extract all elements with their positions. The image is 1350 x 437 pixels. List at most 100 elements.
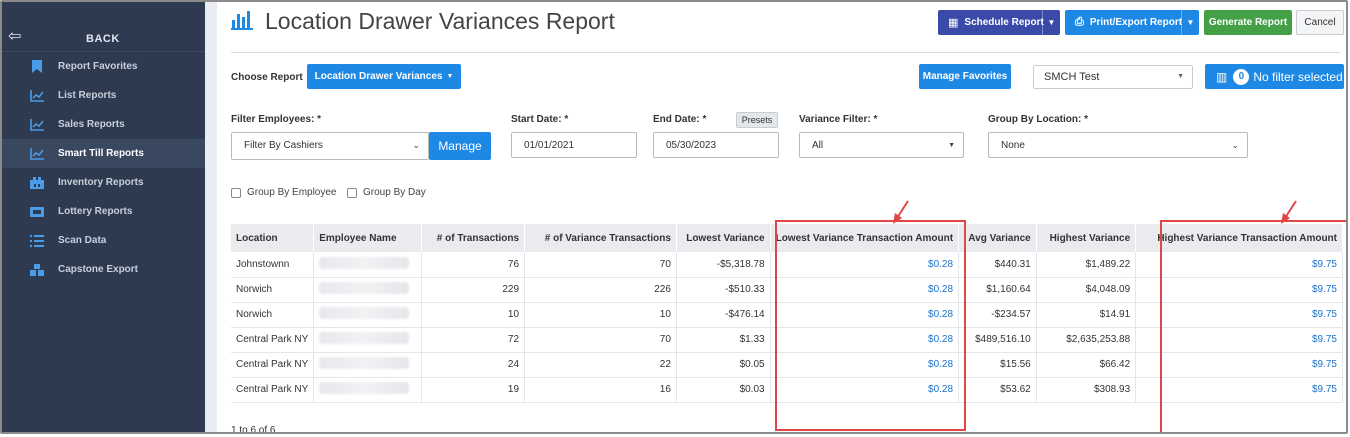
- chevron-down-icon: ⌄: [1231, 140, 1239, 150]
- table-cell: $1.33: [676, 327, 771, 353]
- table-cell: $14.91: [1036, 302, 1137, 328]
- redacted-name: [319, 357, 410, 369]
- filter-employees-select[interactable]: Filter By Cashiers ⌄: [231, 132, 429, 160]
- back-arrow-icon: ⇦: [8, 28, 22, 45]
- choose-report-dropdown[interactable]: Location Drawer Variances ▼: [307, 64, 461, 89]
- sidebar-item-lottery-reports[interactable]: Lottery Reports: [2, 197, 205, 226]
- schedule-dropdown-toggle[interactable]: ▼: [1042, 10, 1060, 35]
- table-cell: $0.05: [676, 352, 771, 378]
- variance-filter-select[interactable]: All ▼: [799, 132, 964, 158]
- store-select[interactable]: SMCH Test ▼: [1033, 65, 1193, 89]
- manage-employees-button[interactable]: Manage: [429, 132, 491, 160]
- checkbox-box[interactable]: [347, 187, 357, 198]
- bar-chart-icon: [231, 10, 255, 33]
- chevron-down-icon: ⌄: [412, 140, 420, 150]
- variance-filter-label: Variance Filter: *: [799, 114, 878, 125]
- building-icon: ▥: [1216, 69, 1228, 84]
- table-cell: $440.31: [958, 252, 1037, 278]
- end-date-input[interactable]: 05/30/2023: [653, 132, 779, 158]
- sidebar-item-label: Scan Data: [58, 235, 107, 246]
- table-cell: 70: [524, 252, 677, 278]
- table-cell: $489,516.10: [958, 327, 1037, 353]
- table-cell: $53.62: [958, 377, 1037, 403]
- filter-employees-label: Filter Employees: *: [231, 114, 322, 125]
- group-by-location-value: None: [1001, 140, 1025, 151]
- app-window: ⇦ BACK Report Favorites List Reports Sales…: [0, 0, 1348, 434]
- filter-count-badge: 0: [1233, 68, 1250, 85]
- table-cell: Norwich: [231, 277, 315, 303]
- checkbox-box[interactable]: [231, 187, 241, 198]
- table-cell: 10: [421, 302, 526, 328]
- back-button[interactable]: ⇦ BACK: [2, 2, 205, 52]
- generate-report-button[interactable]: Generate Report: [1204, 10, 1292, 35]
- redacted-name: [319, 332, 410, 344]
- column-header[interactable]: Lowest Variance: [676, 224, 771, 252]
- start-date-input[interactable]: 01/01/2021: [511, 132, 637, 158]
- pagination-count: 1 to 6 of 6: [231, 425, 276, 434]
- sidebar-item-inventory-reports[interactable]: Inventory Reports: [2, 168, 205, 197]
- sidebar-item-label: Sales Reports: [58, 119, 125, 130]
- table-cell: 76: [421, 252, 526, 278]
- column-header[interactable]: Location: [231, 224, 315, 252]
- choose-report-value: Location Drawer Variances: [314, 71, 443, 82]
- print-export-label: Print/Export Report: [1089, 17, 1183, 28]
- table-cell: $15.56: [958, 352, 1037, 378]
- employee-name-cell: [313, 302, 422, 328]
- end-date-label: End Date: *: [653, 114, 707, 125]
- sidebar-item-sales-reports[interactable]: Sales Reports: [2, 110, 205, 139]
- sidebar-item-smart-till-reports[interactable]: Smart Till Reports: [2, 139, 205, 168]
- table-cell: $66.42: [1036, 352, 1137, 378]
- red-arrow-icon: [1281, 200, 1297, 224]
- group-by-employee-label: Group By Employee: [247, 187, 337, 198]
- caret-down-icon: ▼: [446, 73, 454, 80]
- employee-name-cell: [313, 327, 422, 353]
- table-cell: Central Park NY: [231, 352, 315, 378]
- group-by-employee-checkbox[interactable]: Group By Employee: [231, 187, 337, 198]
- column-header[interactable]: Employee Name: [313, 224, 422, 252]
- table-cell: -$5,318.78: [676, 252, 771, 278]
- cubes-icon: [30, 263, 44, 276]
- sidebar-item-label: Capstone Export: [58, 264, 139, 275]
- group-by-day-label: Group By Day: [363, 187, 426, 198]
- table-cell: Central Park NY: [231, 327, 315, 353]
- sidebar-item-capstone-export[interactable]: Capstone Export: [2, 255, 205, 284]
- group-by-day-checkbox[interactable]: Group By Day: [347, 187, 426, 198]
- manage-favorites-button[interactable]: Manage Favorites: [919, 64, 1011, 89]
- table-cell: 70: [524, 327, 677, 353]
- table-cell: $308.93: [1036, 377, 1137, 403]
- presets-button[interactable]: Presets: [736, 112, 778, 128]
- table-cell: $0.03: [676, 377, 771, 403]
- bookmark-icon: [30, 60, 44, 73]
- sidebar-item-report-favorites[interactable]: Report Favorites: [2, 52, 205, 81]
- column-header[interactable]: # of Variance Transactions: [524, 224, 677, 252]
- column-header[interactable]: # of Transactions: [421, 224, 526, 252]
- highlight-box-highest-amount: [1160, 220, 1346, 432]
- cancel-button[interactable]: Cancel: [1296, 10, 1344, 35]
- calendar-icon: ▦: [948, 17, 959, 29]
- table-cell: Norwich: [231, 302, 315, 328]
- table-cell: $4,048.09: [1036, 277, 1137, 303]
- table-cell: $1,160.64: [958, 277, 1037, 303]
- redacted-name: [319, 307, 410, 319]
- sidebar-item-list-reports[interactable]: List Reports: [2, 81, 205, 110]
- table-cell: -$476.14: [676, 302, 771, 328]
- choose-report-label: Choose Report: [231, 72, 303, 83]
- filter-employees-value: Filter By Cashiers: [244, 140, 323, 151]
- table-cell: Johnstownn: [231, 252, 315, 278]
- sidebar-item-label: List Reports: [58, 90, 117, 101]
- group-by-location-select[interactable]: None ⌄: [988, 132, 1248, 158]
- column-header[interactable]: Highest Variance: [1036, 224, 1137, 252]
- column-header[interactable]: Avg Variance: [958, 224, 1037, 252]
- table-cell: 22: [524, 352, 677, 378]
- start-date-label: Start Date: *: [511, 114, 569, 125]
- store-select-value: SMCH Test: [1044, 71, 1100, 83]
- location-filter-button[interactable]: ▥ 0 No filter selected: [1205, 64, 1344, 89]
- ticket-icon: [30, 206, 44, 218]
- print-export-button[interactable]: ⎙ Print/Export Report ▼: [1065, 10, 1199, 35]
- sidebar-item-scan-data[interactable]: Scan Data: [2, 226, 205, 255]
- back-label: BACK: [86, 33, 120, 45]
- print-dropdown-toggle[interactable]: ▼: [1181, 10, 1199, 35]
- table-cell: 229: [421, 277, 526, 303]
- filter-status-label: No filter selected: [1253, 69, 1343, 84]
- schedule-report-button[interactable]: ▦ Schedule Report ▼: [938, 10, 1060, 35]
